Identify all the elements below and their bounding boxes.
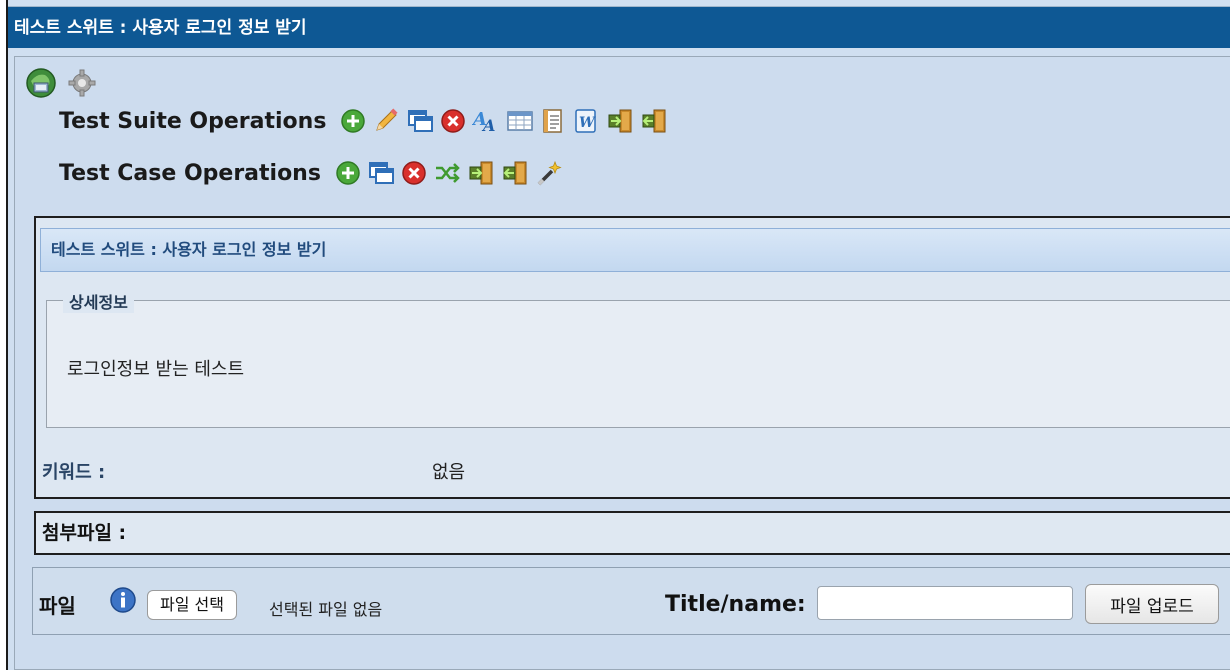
delete-icon[interactable] [401, 160, 427, 186]
choose-file-button[interactable]: 파일 선택 [147, 590, 237, 620]
add-icon[interactable] [340, 108, 366, 134]
svg-text:A: A [481, 116, 495, 135]
copy-icon[interactable] [406, 107, 434, 135]
delete-icon[interactable] [440, 108, 466, 134]
svg-text:W: W [579, 115, 596, 131]
details-header: 테스트 스위트 : 사용자 로그인 정보 받기 [40, 228, 1230, 272]
export-icon[interactable] [640, 107, 668, 135]
add-icon[interactable] [335, 160, 361, 186]
gear-icon[interactable] [67, 67, 97, 99]
main-content: Test Suite Operations AA W Test Case Ope… [14, 56, 1230, 670]
file-label: 파일 [39, 594, 76, 618]
upload-file-button[interactable]: 파일 업로드 [1085, 584, 1219, 624]
details-fieldset: 상세정보 로그인정보 받는 테스트 [46, 289, 1230, 428]
word-icon[interactable]: W [572, 107, 600, 135]
top-icon-bar [25, 67, 97, 99]
suite-description: 로그인정보 받는 테스트 [67, 359, 245, 380]
keywords-label: 키워드 : [42, 462, 106, 483]
export-icon[interactable] [501, 159, 529, 187]
keywords-value: 없음 [432, 462, 466, 483]
case-operations-row: Test Case Operations [59, 159, 563, 187]
copy-icon[interactable] [367, 159, 395, 187]
pencil-icon[interactable] [372, 107, 400, 135]
no-file-selected-text: 선택된 파일 없음 [269, 600, 383, 619]
window-title: 테스트 스위트 : 사용자 로그인 정보 받기 [8, 6, 1230, 48]
table-icon[interactable] [506, 107, 534, 135]
title-name-input[interactable] [817, 586, 1073, 620]
info-icon[interactable] [109, 586, 137, 618]
globe-refresh-icon[interactable] [25, 67, 57, 99]
upload-panel: 파일 파일 선택 선택된 파일 없음 Title/name: 파일 업로드 [32, 567, 1230, 635]
document-icon[interactable] [540, 107, 566, 135]
title-name-label: Title/name: [665, 592, 806, 617]
suite-operations-label: Test Suite Operations [59, 108, 327, 134]
magic-wand-icon[interactable] [535, 159, 563, 187]
import-icon[interactable] [467, 159, 495, 187]
attachments-label: 첨부파일 : [42, 522, 127, 544]
attachments-bar: 첨부파일 : [34, 511, 1230, 555]
case-operations-label: Test Case Operations [59, 160, 321, 186]
window-frame [0, 0, 8, 670]
details-panel: 테스트 스위트 : 사용자 로그인 정보 받기 상세정보 로그인정보 받는 테스… [34, 216, 1230, 499]
import-icon[interactable] [606, 107, 634, 135]
suite-operations-row: Test Suite Operations AA W [59, 107, 668, 135]
translate-icon[interactable]: AA [472, 107, 500, 135]
shuffle-icon[interactable] [433, 159, 461, 187]
details-legend: 상세정보 [63, 289, 134, 313]
